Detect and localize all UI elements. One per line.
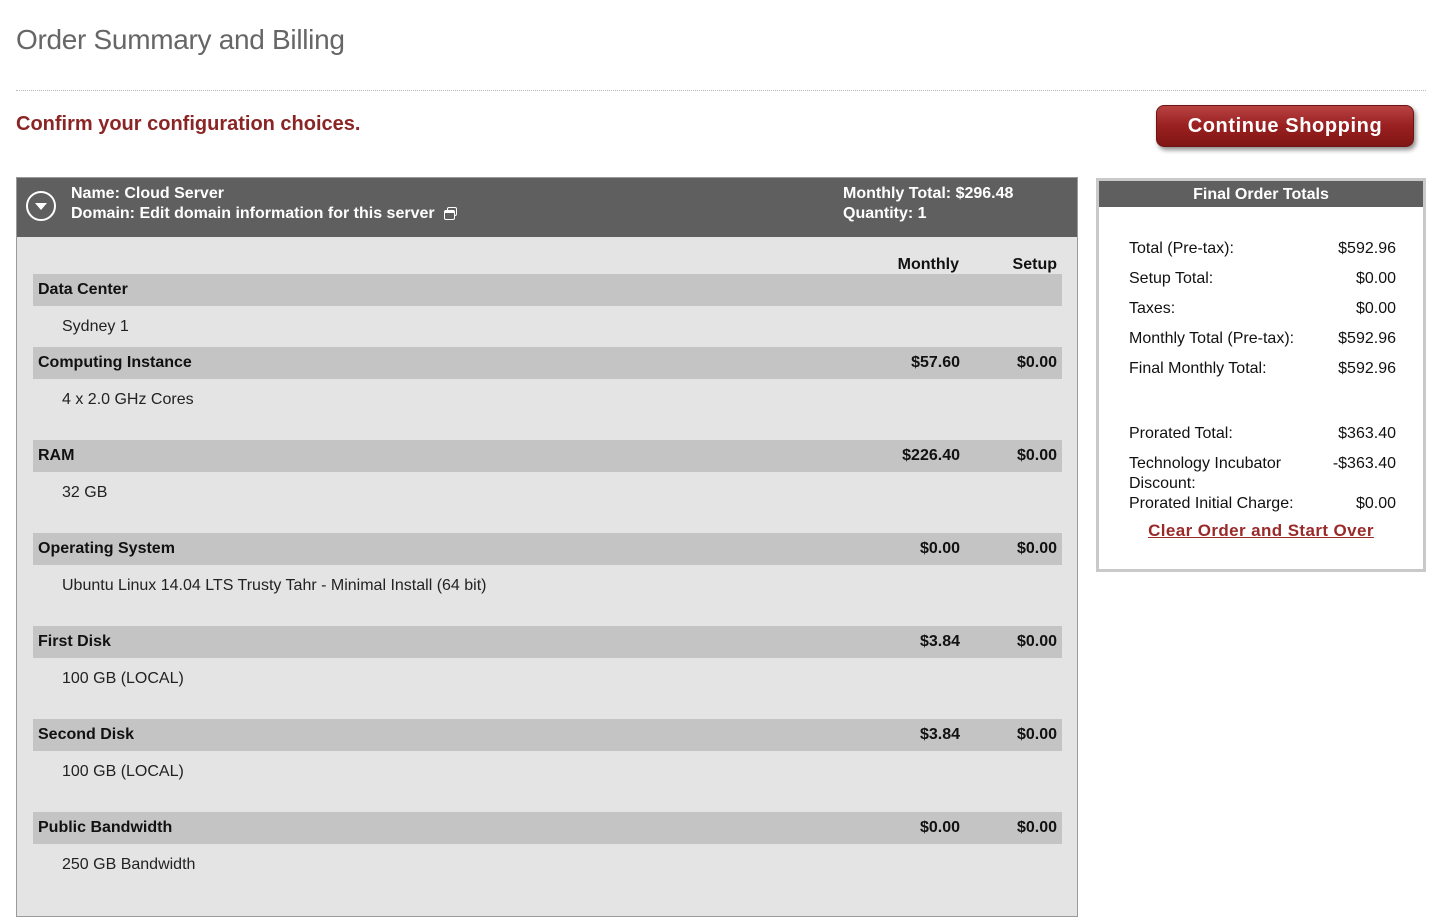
- total-label: Prorated Initial Charge:: [1129, 495, 1294, 512]
- total-label: Total (Pre-tax):: [1129, 240, 1234, 257]
- total-value: $592.96: [1338, 360, 1396, 377]
- server-monthly-total: Monthly Total: $296.48: [843, 185, 1014, 202]
- title-divider: [16, 90, 1426, 91]
- category-name: Computing Instance: [38, 354, 192, 371]
- category-item: Ubuntu Linux 14.04 LTS Trusty Tahr - Min…: [62, 577, 487, 594]
- final-order-totals-panel: Final Order Totals Total (Pre-tax): $592…: [1096, 178, 1426, 572]
- total-label: Prorated Total:: [1129, 425, 1233, 442]
- clear-order-link[interactable]: Clear Order and Start Over: [1099, 521, 1423, 541]
- continue-shopping-button[interactable]: Continue Shopping: [1156, 105, 1414, 147]
- total-value: $0.00: [1355, 300, 1396, 317]
- total-value: $0.00: [1355, 270, 1396, 287]
- total-value: $0.00: [1355, 495, 1396, 512]
- server-domain-line: Domain: Edit domain information for this…: [71, 205, 458, 223]
- category-item: 100 GB (LOCAL): [62, 670, 184, 687]
- category-monthly: $0.00: [919, 819, 960, 836]
- category-setup: $0.00: [1016, 447, 1057, 464]
- category-monthly: $57.60: [911, 354, 960, 371]
- category-name: RAM: [38, 447, 75, 464]
- category-monthly: $0.00: [919, 540, 960, 557]
- category-setup: $0.00: [1016, 354, 1057, 371]
- total-value: $592.96: [1338, 330, 1396, 347]
- total-value: -$363.40: [1332, 455, 1396, 472]
- category-item: 32 GB: [62, 484, 108, 501]
- popup-window-icon[interactable]: [443, 207, 458, 220]
- server-header: Name: Cloud Server Domain: Edit domain i…: [17, 178, 1077, 237]
- total-value: $363.40: [1338, 425, 1396, 442]
- category-setup: $0.00: [1016, 819, 1057, 836]
- column-header-monthly: Monthly: [897, 256, 959, 273]
- totals-header: Final Order Totals: [1099, 181, 1423, 207]
- total-label: Final Monthly Total:: [1129, 360, 1267, 377]
- collapse-toggle-icon[interactable]: [26, 191, 56, 221]
- total-label: Technology Incubator Discount:: [1129, 455, 1282, 492]
- confirm-heading: Confirm your configuration choices.: [16, 113, 361, 135]
- category-name: Data Center: [38, 281, 128, 298]
- category-row: First Disk $3.84 $0.00: [33, 626, 1062, 658]
- server-panel: Name: Cloud Server Domain: Edit domain i…: [16, 177, 1078, 917]
- category-row: Data Center: [33, 274, 1062, 306]
- category-row: Computing Instance $57.60 $0.00: [33, 347, 1062, 379]
- edit-domain-link[interactable]: Domain: Edit domain information for this…: [71, 205, 435, 222]
- page-title: Order Summary and Billing: [16, 24, 345, 55]
- category-monthly: $3.84: [919, 633, 960, 650]
- category-setup: $0.00: [1016, 633, 1057, 650]
- category-row: RAM $226.40 $0.00: [33, 440, 1062, 472]
- category-name: First Disk: [38, 633, 111, 650]
- category-name: Public Bandwidth: [38, 819, 173, 836]
- category-monthly: $226.40: [902, 447, 960, 464]
- total-label: Monthly Total (Pre-tax):: [1129, 330, 1295, 347]
- column-header-setup: Setup: [1012, 256, 1057, 273]
- category-item: 100 GB (LOCAL): [62, 763, 184, 780]
- category-item: 4 x 2.0 GHz Cores: [62, 391, 194, 408]
- category-row: Public Bandwidth $0.00 $0.00: [33, 812, 1062, 844]
- category-setup: $0.00: [1016, 540, 1057, 557]
- category-monthly: $3.84: [919, 726, 960, 743]
- category-name: Operating System: [38, 540, 175, 557]
- category-row: Operating System $0.00 $0.00: [33, 533, 1062, 565]
- category-setup: $0.00: [1016, 726, 1057, 743]
- category-row: Second Disk $3.84 $0.00: [33, 719, 1062, 751]
- server-name: Name: Cloud Server: [71, 185, 224, 202]
- server-quantity: Quantity: 1: [843, 205, 927, 222]
- total-label: Setup Total:: [1129, 270, 1214, 287]
- category-name: Second Disk: [38, 726, 135, 743]
- total-value: $592.96: [1338, 240, 1396, 257]
- category-item: Sydney 1: [62, 318, 129, 335]
- category-item: 250 GB Bandwidth: [62, 856, 196, 873]
- total-label: Taxes:: [1129, 300, 1176, 317]
